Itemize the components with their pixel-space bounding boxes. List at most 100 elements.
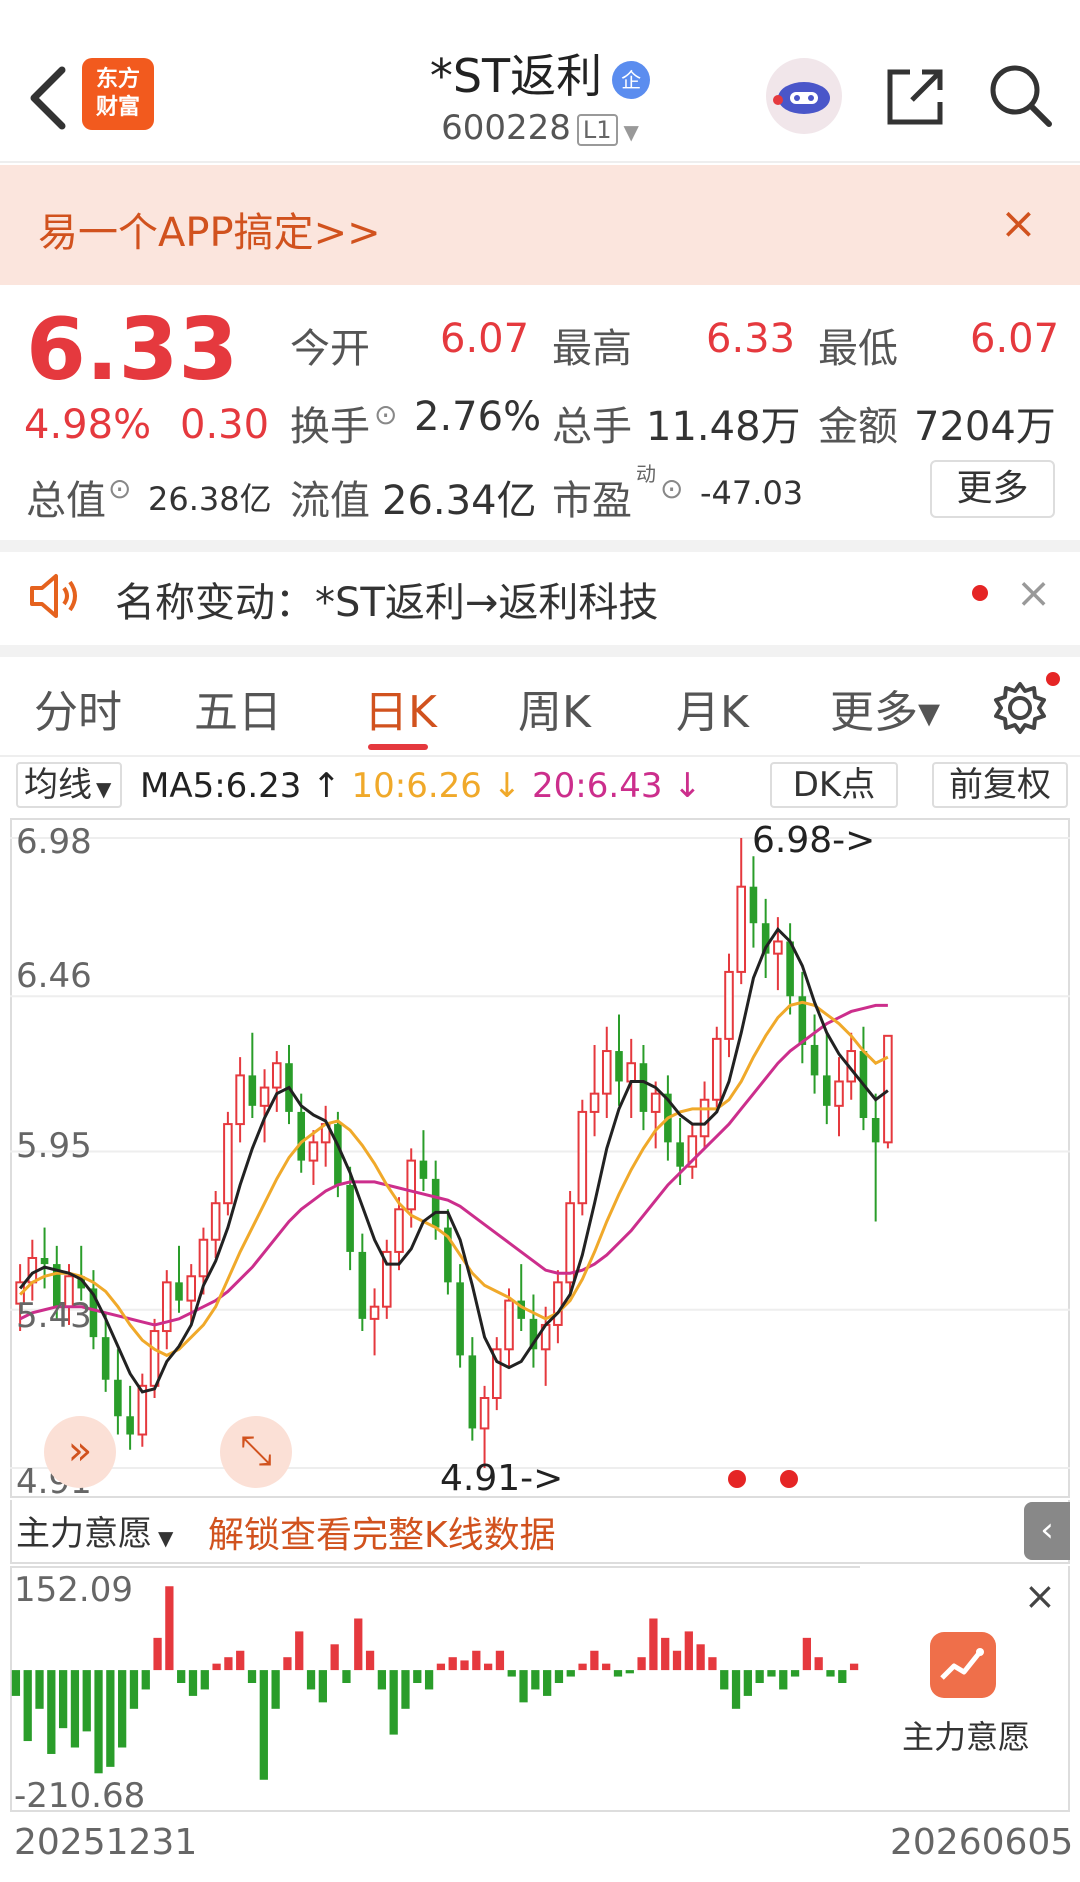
back-arrow-icon[interactable] <box>22 58 82 138</box>
candle <box>285 1044 293 1125</box>
indicator-bar <box>472 1650 481 1671</box>
y-tick-label: 6.46 <box>16 956 92 996</box>
candle-body <box>419 1160 428 1179</box>
candle-body <box>810 1044 819 1076</box>
tab-daily-k[interactable]: 日K <box>364 676 437 740</box>
search-icon[interactable] <box>985 60 1055 130</box>
candle-body <box>297 1111 306 1161</box>
candle <box>761 898 770 978</box>
candle-body <box>504 1299 514 1351</box>
indicator-bar <box>672 1650 682 1671</box>
fullscreen-icon[interactable]: ⤡ <box>220 1416 292 1488</box>
indicator-bar <box>295 1631 304 1671</box>
tab-intraday[interactable]: 分时 <box>34 676 122 740</box>
candle-body <box>431 1178 440 1228</box>
indicator-bar <box>165 1586 174 1671</box>
more-quote-button[interactable]: 更多 <box>930 460 1055 518</box>
candle-body <box>223 1123 233 1205</box>
indicator-bar <box>330 1644 339 1671</box>
indicator-bar <box>708 1657 717 1671</box>
ma-selector[interactable]: 均线 ▼ <box>16 762 122 808</box>
last-price: 6.33 <box>26 300 239 400</box>
indicator-bar <box>118 1670 127 1748</box>
info-icon[interactable]: ⊙ <box>108 472 131 505</box>
info-icon[interactable]: ⊙ <box>660 472 683 505</box>
stock-code[interactable]: 600228 L1 ▼ <box>340 108 740 148</box>
dk-point-button[interactable]: DK点 <box>770 762 898 808</box>
candle <box>308 1130 319 1185</box>
candle-body <box>724 970 734 1040</box>
candle-body <box>749 886 758 924</box>
candle-body <box>394 1208 404 1253</box>
candle <box>589 1044 600 1137</box>
turnover-value: 2.76% <box>414 394 542 440</box>
speaker-icon <box>30 574 77 618</box>
assistant-avatar-icon[interactable] <box>766 58 842 134</box>
ma20-line <box>19 1003 888 1327</box>
indicator-bar <box>413 1670 422 1684</box>
candle-body <box>773 940 783 955</box>
event-dot[interactable] <box>728 1470 746 1488</box>
ma10-line <box>19 1000 889 1358</box>
indicator-bar <box>531 1670 540 1690</box>
banner-close-icon[interactable]: × <box>1000 198 1037 249</box>
promo-banner-text[interactable]: 易一个APP搞定>> <box>38 200 381 258</box>
unlock-kline-link[interactable]: 解锁查看完整K线数据 <box>208 1506 556 1558</box>
candle <box>161 1270 172 1350</box>
divider <box>0 540 1080 552</box>
indicator-bar <box>483 1663 493 1671</box>
candle-body <box>871 1118 880 1143</box>
tab-more[interactable]: 更多▾ <box>830 676 940 740</box>
indicator-close-icon[interactable]: × <box>1024 1574 1056 1618</box>
indicator-bar <box>507 1670 516 1677</box>
candle-body <box>639 1063 648 1112</box>
indicator-bar <box>94 1670 103 1774</box>
candle-body <box>589 1092 600 1113</box>
candle-body <box>271 1062 282 1089</box>
gear-icon[interactable] <box>990 678 1050 738</box>
info-icon[interactable]: ⊙ <box>374 398 397 431</box>
expand-forward-icon[interactable]: » <box>44 1416 116 1488</box>
event-dot[interactable] <box>780 1470 798 1488</box>
y-tick-label: 6.98 <box>16 822 92 862</box>
indicator-bar <box>259 1670 268 1780</box>
share-icon[interactable] <box>880 62 950 132</box>
indicator-bar <box>767 1670 776 1677</box>
amount-label: 金额 <box>818 404 898 450</box>
name-change-notice[interactable]: 名称变动：*ST返利→返利科技 <box>115 570 658 628</box>
indicator-bar <box>802 1637 812 1671</box>
candle-body <box>822 1075 831 1106</box>
candle <box>444 1209 452 1295</box>
indicator-bar <box>602 1663 611 1671</box>
main-force-chart-icon[interactable] <box>930 1632 996 1698</box>
candle <box>699 1081 710 1149</box>
tab-monthly-k[interactable]: 月K <box>676 676 749 740</box>
collapse-panel-icon[interactable]: ‹ <box>1024 1502 1070 1560</box>
candle-body <box>615 1051 623 1082</box>
notice-close-icon[interactable]: × <box>1016 568 1051 617</box>
tab-weekly-k[interactable]: 周K <box>518 676 591 740</box>
candle <box>639 1044 648 1131</box>
market-cap-value: 26.38亿 <box>148 480 272 518</box>
kline-chart[interactable] <box>10 818 1070 1498</box>
float-cap-label: 流值 <box>290 478 370 524</box>
indicator-bar <box>153 1637 162 1671</box>
indicator-bar <box>495 1650 505 1671</box>
main-force-label[interactable]: 主力意愿 <box>902 1712 1030 1758</box>
candle <box>456 1264 464 1368</box>
forward-adjust-button[interactable]: 前复权 <box>932 762 1068 808</box>
indicator-bar <box>377 1670 387 1690</box>
active-tab-indicator <box>368 744 428 750</box>
candle-body <box>149 1330 160 1387</box>
candle-body <box>406 1159 417 1211</box>
indicator-bar <box>224 1657 233 1671</box>
candle <box>369 1288 380 1356</box>
divider <box>0 645 1080 657</box>
low-price-marker: 4.91-> <box>440 1458 564 1499</box>
indicator-bar <box>82 1670 91 1732</box>
indicator-selector[interactable]: 主力意愿 ▼ <box>16 1506 173 1555</box>
tab-five-day[interactable]: 五日 <box>194 676 282 740</box>
ma10-value: 10:6.26 ↓ <box>351 766 522 806</box>
candle-body <box>248 1075 257 1106</box>
low-label: 最低 <box>818 326 898 372</box>
